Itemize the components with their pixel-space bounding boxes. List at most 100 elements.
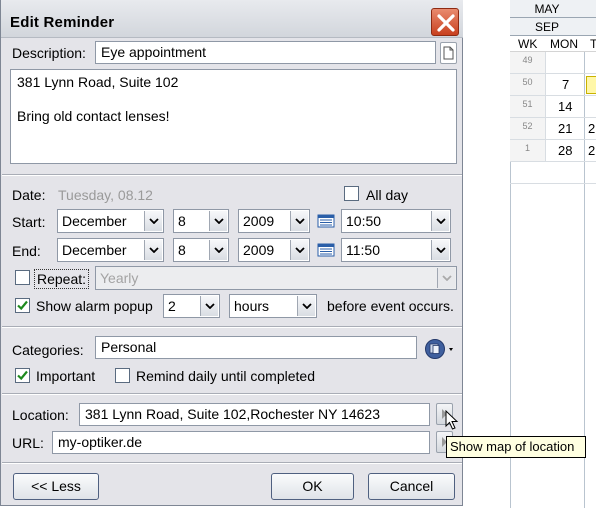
- end-time-select[interactable]: 11:50: [341, 238, 451, 262]
- category-picker-icon[interactable]: [424, 338, 458, 360]
- chevron-down-icon: [149, 218, 159, 224]
- divider: [2, 393, 462, 395]
- calendar-header: WK MON T: [510, 36, 596, 52]
- dropdown-arrow: [144, 211, 162, 231]
- month-label: SEP: [534, 20, 559, 34]
- select-value: 10:50: [346, 213, 382, 229]
- chevron-down-icon: [149, 247, 159, 253]
- select-value: December: [62, 213, 127, 229]
- alarm-checkbox[interactable]: [15, 298, 30, 313]
- end-year-select[interactable]: 2009: [238, 238, 310, 262]
- repeat-label: Repeat:: [34, 269, 90, 289]
- dropdown-arrow: [297, 296, 315, 316]
- chevron-down-icon: [295, 247, 305, 253]
- important-label: Important: [36, 368, 96, 384]
- categories-label: Categories:: [12, 342, 84, 358]
- calendar-week[interactable]: [510, 162, 596, 184]
- cancel-button[interactable]: Cancel: [368, 473, 455, 500]
- start-time-select[interactable]: 10:50: [341, 209, 451, 233]
- notes-line: 381 Lynn Road, Suite 102: [17, 74, 179, 90]
- less-button[interactable]: << Less: [13, 473, 99, 500]
- calendar-icon[interactable]: [317, 243, 335, 257]
- close-icon: [437, 14, 455, 32]
- dropdown-arrow: [431, 240, 449, 260]
- day-number[interactable]: 2: [588, 118, 595, 140]
- categories-input[interactable]: Personal: [95, 336, 417, 359]
- url-input[interactable]: my-optiker.de: [52, 431, 430, 454]
- calendar-week[interactable]: 50 7: [510, 74, 596, 96]
- all-day-checkbox[interactable]: [344, 186, 359, 201]
- calendar-week[interactable]: 51 14: [510, 96, 596, 118]
- day-number[interactable]: 7: [562, 74, 569, 96]
- start-day-select[interactable]: 8: [173, 209, 229, 233]
- calendar-icon[interactable]: [317, 214, 335, 228]
- calendar-week[interactable]: 49: [510, 52, 596, 74]
- notes-line: Bring old contact lenses!: [17, 108, 170, 124]
- select-value: 8: [178, 242, 186, 258]
- date-value: Tuesday, 08.12: [58, 187, 153, 203]
- alarm-label: Show alarm popup: [36, 298, 153, 314]
- end-month-select[interactable]: December: [57, 238, 164, 262]
- chevron-down-icon: [214, 247, 224, 253]
- day-number[interactable]: 21: [558, 118, 572, 140]
- divider: [2, 174, 462, 176]
- alarm-amount-select[interactable]: 2: [163, 294, 220, 318]
- dropdown-arrow: [431, 211, 449, 231]
- repeat-select[interactable]: Yearly: [95, 266, 457, 290]
- select-value: 2: [168, 298, 176, 314]
- checkmark-icon: [17, 370, 28, 381]
- month-row-may[interactable]: MAY: [510, 0, 596, 18]
- close-button[interactable]: [431, 8, 459, 36]
- remind-daily-checkbox[interactable]: [115, 368, 130, 383]
- select-value: Yearly: [100, 270, 139, 286]
- week-number: 50: [510, 74, 546, 95]
- chevron-down-icon: [436, 218, 446, 224]
- tuesday-header: T: [590, 37, 596, 51]
- alarm-unit-select[interactable]: hours: [229, 294, 317, 318]
- date-label: Date:: [12, 187, 46, 203]
- url-label: URL:: [12, 435, 44, 451]
- location-label: Location:: [12, 407, 69, 423]
- dropdown-arrow: [290, 240, 308, 260]
- month-row-sep[interactable]: SEP: [510, 18, 596, 36]
- map-tooltip: Show map of location: [446, 436, 586, 458]
- select-value: December: [62, 242, 127, 258]
- start-year-select[interactable]: 2009: [238, 209, 310, 233]
- dropdown-arrow: [209, 211, 227, 231]
- description-input[interactable]: Eye appointment: [95, 41, 436, 64]
- ok-button[interactable]: OK: [271, 473, 354, 500]
- description-label: Description:: [12, 45, 86, 61]
- week-header: WK: [518, 37, 538, 51]
- divider: [2, 326, 462, 328]
- dropdown-arrow: [290, 211, 308, 231]
- day-number[interactable]: 28: [558, 140, 572, 162]
- mouse-cursor-icon: [445, 410, 459, 430]
- monday-header: MON: [550, 37, 578, 51]
- calendar-week[interactable]: 52 21 2: [510, 118, 596, 140]
- calendar-week[interactable]: 1 28 2: [510, 140, 596, 162]
- start-month-select[interactable]: December: [57, 209, 164, 233]
- notes-line: [17, 91, 450, 108]
- calendar-panel: MAY SEP WK MON T 49 50 7 51 14 52 21 2 1…: [508, 0, 596, 508]
- title-bar[interactable]: Edit Reminder: [1, 0, 463, 38]
- selected-day-highlight[interactable]: [586, 76, 596, 94]
- important-checkbox[interactable]: [15, 368, 30, 383]
- dialog-title: Edit Reminder: [10, 14, 115, 31]
- notes-textarea[interactable]: 381 Lynn Road, Suite 102 Bring old conta…: [10, 69, 457, 164]
- chevron-down-icon: [205, 303, 215, 309]
- divider: [2, 462, 462, 464]
- day-number[interactable]: 2: [588, 140, 595, 162]
- select-value: 2009: [243, 213, 275, 229]
- start-label: Start:: [12, 214, 46, 230]
- day-number[interactable]: 14: [558, 96, 572, 118]
- location-input[interactable]: 381 Lynn Road, Suite 102,Rochester NY 14…: [79, 403, 430, 426]
- chevron-down-icon: [214, 218, 224, 224]
- end-day-select[interactable]: 8: [173, 238, 229, 262]
- select-value: 8: [178, 213, 186, 229]
- repeat-checkbox[interactable]: [15, 270, 30, 285]
- alarm-suffix: before event occurs.: [327, 298, 454, 314]
- notes-toggle-button[interactable]: [440, 42, 457, 64]
- end-label: End:: [12, 243, 41, 259]
- all-day-label: All day: [366, 187, 409, 203]
- week-number: 51: [510, 96, 546, 117]
